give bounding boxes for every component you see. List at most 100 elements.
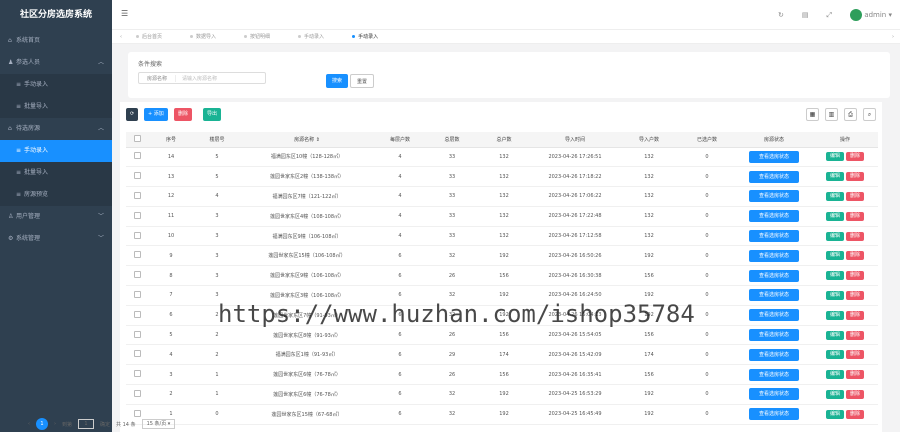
row-delete-button[interactable]: 删除	[846, 389, 865, 399]
row-delete-button[interactable]: 删除	[846, 330, 865, 340]
edit-button[interactable]: 编辑	[825, 389, 844, 399]
row-delete-button[interactable]: 删除	[846, 409, 865, 419]
row-checkbox[interactable]	[133, 231, 141, 239]
tab-data-import[interactable]: 数据导入	[176, 30, 230, 44]
toggle-search-icon[interactable]: ▦	[806, 108, 819, 121]
sidebar-item-users[interactable]: ♙ 用户管理 ﹀	[0, 206, 112, 228]
row-select-cell[interactable]	[126, 147, 148, 168]
row-delete-button[interactable]: 删除	[846, 211, 865, 221]
row-delete-button[interactable]: 删除	[846, 231, 865, 241]
edit-button[interactable]: 编辑	[825, 231, 844, 241]
reset-button[interactable]: 重置	[350, 74, 375, 88]
view-status-button[interactable]: 查看选房状态	[749, 329, 799, 342]
view-status-button[interactable]: 查看选房状态	[749, 368, 799, 381]
sidebar-item-manual-entry-2[interactable]: ≡ 手动录入	[0, 140, 112, 162]
edit-button[interactable]: 编辑	[825, 409, 844, 419]
sidebar-item-system[interactable]: ⚙ 系统管理 ﹀	[0, 228, 112, 250]
view-status-button[interactable]: 查看选房状态	[749, 309, 799, 322]
row-checkbox[interactable]	[133, 409, 141, 417]
sidebar-item-batch-import-1[interactable]: ≡ 批量导入	[0, 96, 112, 118]
sidebar-item-houses[interactable]: ⌂ 待选房源 ︿	[0, 118, 112, 140]
row-checkbox[interactable]	[133, 251, 141, 259]
row-select-cell[interactable]	[126, 344, 148, 366]
sidebar-item-home[interactable]: ⌂ 系统首页	[0, 30, 112, 52]
prev-page-icon[interactable]: ‹	[28, 421, 30, 427]
note-icon[interactable]: ▤	[802, 11, 809, 19]
row-checkbox[interactable]	[133, 290, 141, 298]
column-header[interactable]: 已选户数	[678, 132, 736, 148]
row-delete-button[interactable]: 删除	[846, 370, 865, 380]
column-header[interactable]: 每层户数	[374, 132, 426, 148]
column-header[interactable]: 导入时间	[530, 132, 620, 148]
row-checkbox[interactable]	[133, 211, 141, 219]
edit-button[interactable]: 编辑	[825, 251, 844, 261]
row-select-cell[interactable]	[126, 285, 148, 306]
page-size-select[interactable]: 15 条/页 ▾	[141, 419, 176, 429]
page-input[interactable]: 1	[78, 419, 95, 429]
row-checkbox[interactable]	[133, 370, 141, 378]
view-status-button[interactable]: 查看选房状态	[749, 289, 799, 302]
column-header[interactable]: 房源状态	[736, 132, 812, 148]
sidebar-item-house-preview[interactable]: ≡ 房源预览	[0, 184, 112, 206]
sidebar-item-batch-import-2[interactable]: ≡ 批量导入	[0, 162, 112, 184]
row-select-cell[interactable]	[126, 305, 148, 326]
column-header[interactable]: 导入户数	[620, 132, 678, 148]
edit-button[interactable]: 编辑	[825, 172, 844, 182]
menu-toggle-icon[interactable]: ☰	[121, 9, 128, 18]
user-menu[interactable]: admin ▾	[850, 9, 892, 21]
tab-manual-entry-2[interactable]: 手动录入	[338, 30, 392, 44]
view-status-button[interactable]: 查看选房状态	[749, 408, 799, 421]
column-header[interactable]: 楼层号	[194, 132, 240, 148]
tab-button-detail[interactable]: 按钮明细	[230, 30, 284, 44]
add-button[interactable]: + 添加	[144, 108, 168, 121]
refresh-button[interactable]: ⟳	[126, 108, 139, 121]
column-header[interactable]: 房源名称 ⇕	[240, 132, 374, 148]
row-delete-button[interactable]: 删除	[846, 191, 865, 201]
row-select-cell[interactable]	[126, 364, 148, 386]
row-checkbox[interactable]	[133, 350, 141, 358]
row-select-cell[interactable]	[126, 206, 148, 227]
row-select-cell[interactable]	[126, 186, 148, 207]
view-status-button[interactable]: 查看选房状态	[749, 269, 799, 282]
search-button[interactable]: 搜索	[326, 74, 349, 88]
view-status-button[interactable]: 查看选房状态	[749, 170, 799, 183]
row-delete-button[interactable]: 删除	[846, 271, 865, 281]
fullscreen-icon[interactable]: ⤢	[826, 11, 832, 20]
column-header[interactable]: 总户数	[478, 132, 530, 148]
goto-confirm-button[interactable]: 确定	[100, 421, 110, 428]
row-delete-button[interactable]: 删除	[846, 350, 865, 360]
columns-icon[interactable]: ▥	[825, 108, 838, 121]
current-page[interactable]: 1	[36, 418, 48, 430]
row-delete-button[interactable]: 删除	[846, 172, 865, 182]
view-status-button[interactable]: 查看选房状态	[749, 150, 799, 163]
column-header[interactable]: 总层数	[426, 132, 478, 148]
view-status-button[interactable]: 查看选房状态	[749, 230, 799, 243]
print-icon[interactable]: ⎙	[844, 108, 857, 121]
edit-button[interactable]: 编辑	[825, 211, 844, 221]
row-select-cell[interactable]	[126, 166, 148, 188]
view-status-button[interactable]: 查看选房状态	[749, 210, 799, 223]
row-select-cell[interactable]	[126, 226, 148, 247]
tab-manual-entry-1[interactable]: 手动录入	[284, 30, 338, 44]
edit-button[interactable]: 编辑	[825, 290, 844, 300]
sidebar-item-participants[interactable]: ♟ 参选人员 ︿	[0, 52, 112, 74]
row-checkbox[interactable]	[133, 172, 141, 180]
edit-button[interactable]: 编辑	[825, 271, 844, 281]
view-status-button[interactable]: 查看选房状态	[749, 348, 799, 361]
refresh-icon[interactable]: ↻	[778, 11, 784, 19]
search-input[interactable]: 请输入房源名称	[176, 75, 217, 82]
edit-button[interactable]: 编辑	[825, 310, 844, 320]
delete-button[interactable]: 删除	[174, 108, 193, 121]
row-checkbox[interactable]	[133, 191, 141, 199]
edit-button[interactable]: 编辑	[825, 350, 844, 360]
row-delete-button[interactable]: 删除	[846, 251, 865, 261]
row-checkbox[interactable]	[133, 152, 141, 160]
sidebar-item-manual-entry-1[interactable]: ≡ 手动录入	[0, 74, 112, 96]
row-checkbox[interactable]	[133, 389, 141, 397]
row-select-cell[interactable]	[126, 245, 148, 267]
edit-button[interactable]: 编辑	[825, 330, 844, 340]
view-status-button[interactable]: 查看选房状态	[749, 388, 799, 401]
search-icon[interactable]: ⌕	[863, 108, 876, 121]
row-delete-button[interactable]: 删除	[846, 152, 865, 162]
next-page-icon[interactable]: ›	[54, 421, 56, 427]
